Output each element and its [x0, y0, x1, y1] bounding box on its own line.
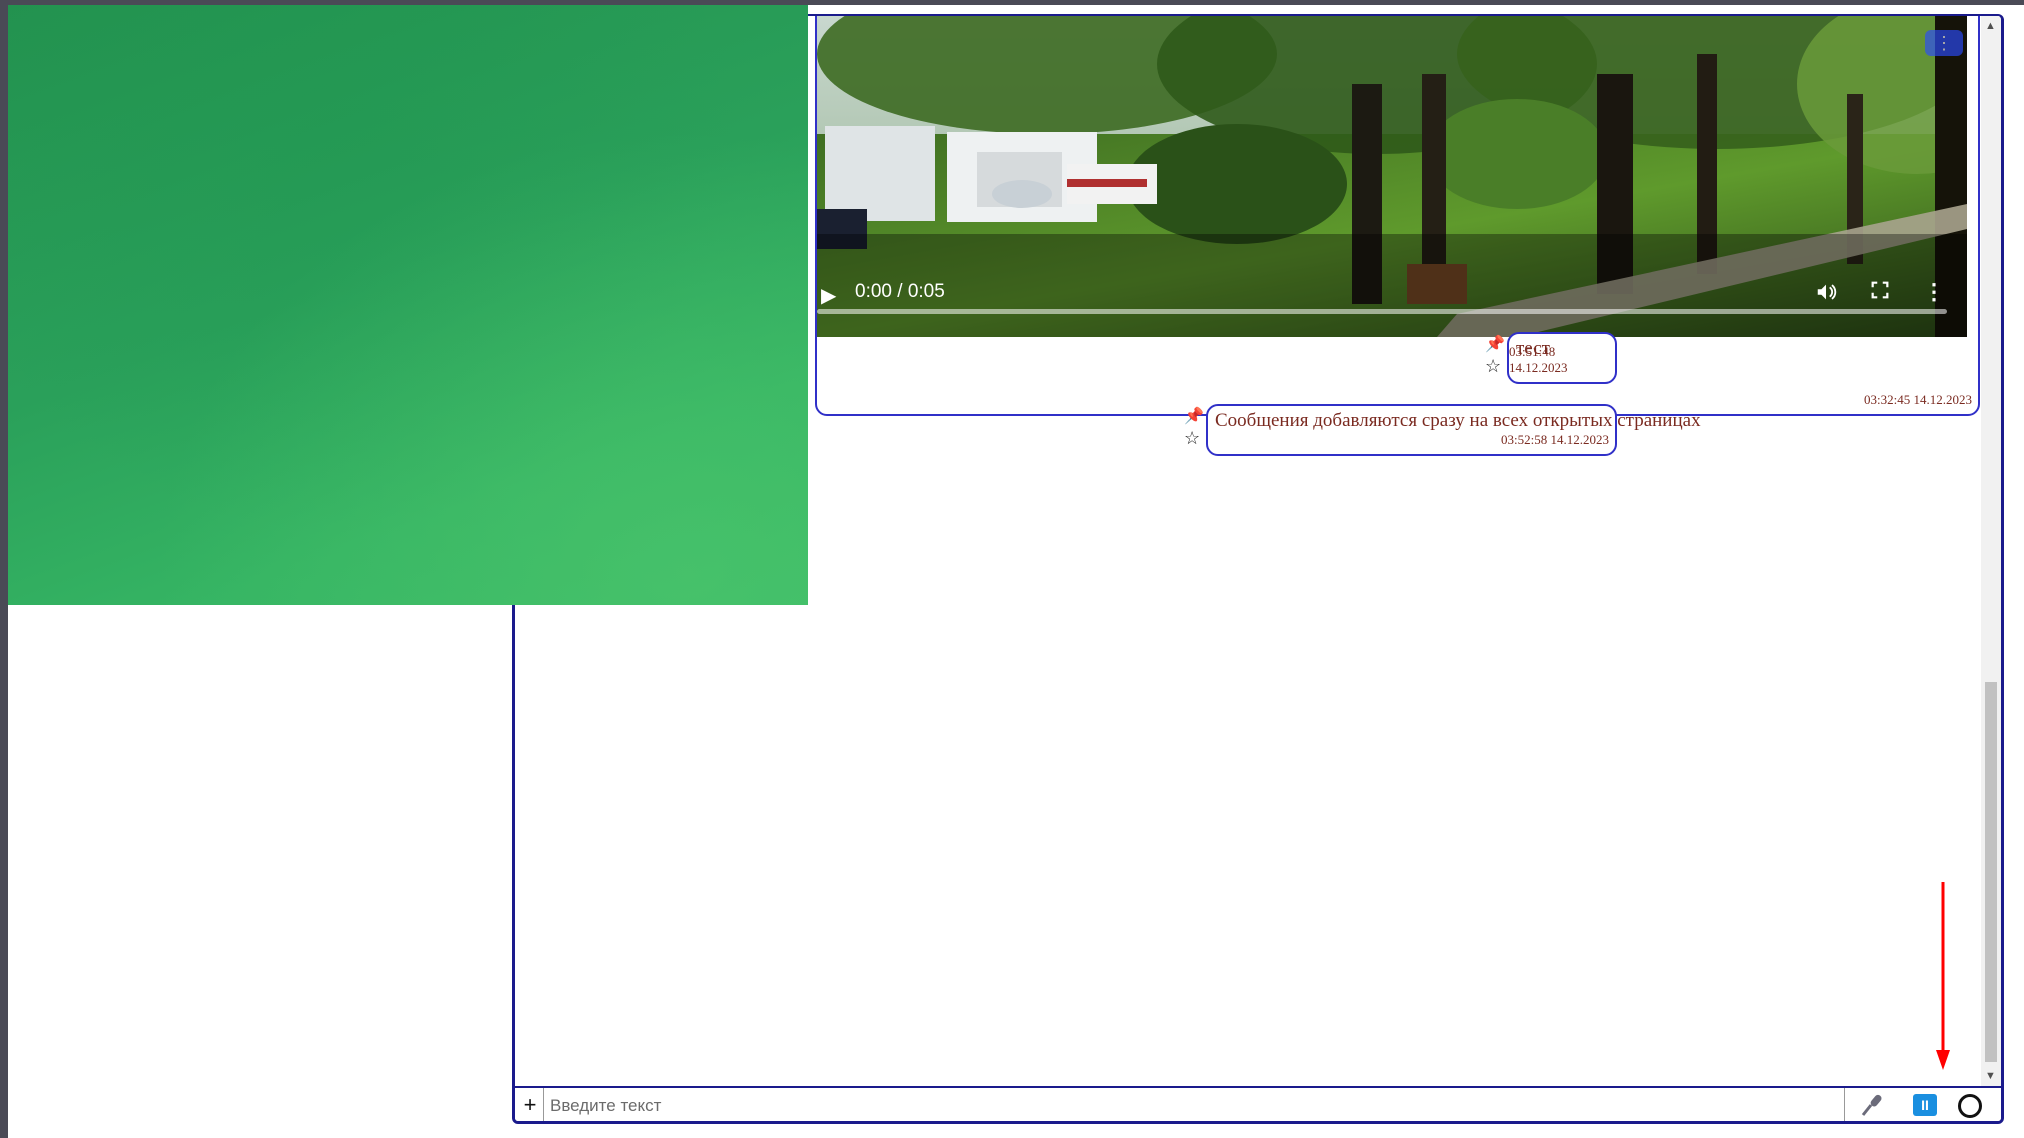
volume-icon[interactable] — [1815, 281, 1837, 309]
message-text: Сообщения добавляются сразу на всех откр… — [1215, 410, 1701, 431]
video-menu-button[interactable]: ⋮ — [1925, 30, 1963, 56]
more-vert-icon[interactable]: ⋮ — [1923, 279, 1945, 305]
scroll-thumb[interactable] — [1985, 682, 1997, 1062]
pause-icon[interactable]: II — [1913, 1094, 1937, 1116]
annotation-arrow — [1936, 882, 1950, 1070]
camera-preview — [8, 5, 808, 605]
message-timestamp: 03:52:58 14.12.2023 — [1501, 432, 1609, 447]
fullscreen-icon[interactable] — [1869, 279, 1891, 307]
scroll-up-arrow[interactable]: ▲ — [1985, 20, 1996, 32]
star-icon[interactable]: ☆ — [1184, 428, 1200, 449]
message-input-bar: + II — [515, 1086, 2001, 1121]
pin-icon[interactable]: 📌 — [1184, 406, 1204, 426]
video-message: ▶ 0:00 / 0:05 ⋮ ⋮ 03:32:45 14.12.2023 — [815, 16, 1980, 416]
star-icon[interactable]: ☆ — [1485, 356, 1501, 377]
message-timestamp: 03:51:48 14.12.2023 — [1509, 344, 1568, 375]
message-input[interactable] — [543, 1088, 1845, 1121]
message-bubble: Сообщения добавляются сразу на всех откр… — [1206, 404, 1701, 456]
video-progress-bar[interactable] — [817, 309, 1947, 314]
message-timestamp: 03:32:45 14.12.2023 — [1864, 392, 1972, 407]
microphone-icon[interactable] — [1859, 1092, 1887, 1118]
record-circle-icon[interactable] — [1958, 1094, 1982, 1118]
play-icon[interactable]: ▶ — [821, 283, 836, 308]
attach-button[interactable]: + — [521, 1090, 539, 1120]
scroll-down-arrow[interactable]: ▼ — [1985, 1070, 1996, 1082]
video-player[interactable]: ▶ 0:00 / 0:05 ⋮ ⋮ — [817, 16, 1967, 337]
window-left-border — [0, 0, 8, 1138]
video-time-display: 0:00 / 0:05 — [855, 281, 945, 302]
message-bubble: тест 03:51:48 14.12.2023 — [1507, 332, 1617, 384]
video-controls: ▶ 0:00 / 0:05 ⋮ — [817, 247, 1967, 337]
message-scrollbar[interactable]: ▲ ▼ — [1981, 16, 2001, 1086]
pin-icon[interactable]: 📌 — [1485, 334, 1505, 354]
